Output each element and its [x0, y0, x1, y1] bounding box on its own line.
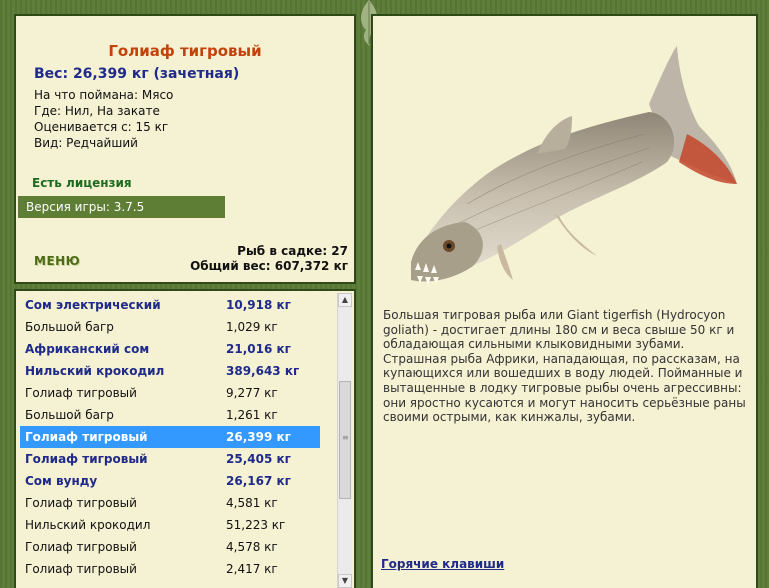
catch-list[interactable]: Сом электрический 10,918 кг Большой багр 1,… [14, 289, 356, 588]
list-item[interactable]: Голиаф тигровый 9,277 кг [20, 382, 320, 404]
list-item-name: Нильский крокодил [25, 518, 151, 532]
list-item-weight: 1,261 кг [226, 408, 278, 422]
fish-description: Большая тигровая рыба или Giant tigerfis… [383, 308, 746, 425]
list-item[interactable]: Сом вунду 26,167 кг [20, 470, 320, 492]
list-item-weight: 389,643 кг [226, 364, 300, 378]
list-item-weight: 1,029 кг [226, 320, 278, 334]
hotkeys-link[interactable]: Горячие клавиши [381, 557, 504, 571]
list-item-weight: 26,167 кг [226, 474, 291, 488]
list-item-name: Большой багр [25, 320, 114, 334]
list-item[interactable]: Нильский крокодил 51,223 кг [20, 514, 320, 536]
list-item[interactable]: Голиаф тигровый 26,399 кг [20, 426, 320, 448]
list-item[interactable]: Голиаф тигровый 4,581 кг [20, 492, 320, 514]
list-item-name: Сом электрический [25, 298, 161, 312]
list-item-name: Нильский крокодил [25, 364, 165, 378]
list-item-weight: 4,578 кг [226, 540, 278, 554]
list-item-weight: 25,405 кг [226, 452, 291, 466]
menu-button[interactable]: МЕНЮ [34, 254, 80, 268]
scrollbar[interactable]: ▲ ≡ ▼ [337, 293, 352, 588]
fish-info-panel: Голиаф тигровый Вес: 26,399 кг (зачетная… [14, 14, 356, 284]
fish-title: Голиаф тигровый [108, 42, 262, 60]
list-item-name: Африканский сом [25, 342, 150, 356]
description-panel: Большая тигровая рыба или Giant tigerfis… [371, 14, 758, 588]
fish-weight: Вес: 26,399 кг (зачетная) [34, 66, 240, 82]
list-item[interactable]: Африканский сом 21,016 кг [20, 338, 320, 360]
grip-icon: ≡ [342, 433, 349, 442]
scrollbar-thumb[interactable]: ≡ [339, 381, 351, 499]
list-item[interactable]: Большой багр 1,261 кг [20, 404, 320, 426]
list-item-name: Голиаф тигровый [25, 540, 137, 554]
fish-value: Оценивается с: 15 кг [34, 120, 169, 134]
total-weight: Общий вес: 607,372 кг [190, 259, 348, 273]
list-item-name: Большой багр [25, 408, 114, 422]
list-item-weight: 21,016 кг [226, 342, 291, 356]
fish-kind: Вид: Редчайший [34, 136, 138, 150]
list-item-name: Голиаф тигровый [25, 562, 137, 576]
down-arrow-icon[interactable]: ▼ [338, 574, 352, 588]
list-item[interactable]: Голиаф тигровый 25,405 кг [20, 448, 320, 470]
list-item-name: Сом вунду [25, 474, 98, 488]
list-item[interactable]: Нильский крокодил 389,643 кг [20, 360, 320, 382]
cage-count: Рыб в садке: 27 [237, 244, 348, 258]
list-item-name: Голиаф тигровый [25, 386, 137, 400]
list-item-weight: 4,581 кг [226, 496, 278, 510]
game-version: Версия игры: 3.7.5 [18, 196, 225, 218]
list-item[interactable]: Голиаф тигровый 4,578 кг [20, 536, 320, 558]
list-item-name: Голиаф тигровый [25, 496, 137, 510]
tigerfish-image [411, 46, 737, 285]
list-item-weight: 10,918 кг [226, 298, 291, 312]
fish-place: Где: Нил, На закате [34, 104, 160, 118]
list-item-weight: 2,417 кг [226, 562, 278, 576]
license-status: Есть лицензия [32, 176, 132, 190]
list-item-name: Голиаф тигровый [25, 452, 148, 466]
list-item-weight: 51,223 кг [226, 518, 286, 532]
list-item-name: Голиаф тигровый [25, 430, 148, 444]
list-item[interactable]: Сом электрический 10,918 кг [20, 294, 320, 316]
up-arrow-icon[interactable]: ▲ [338, 293, 352, 307]
list-item[interactable]: Голиаф тигровый 2,417 кг [20, 558, 320, 580]
list-item[interactable]: Большой багр 1,029 кг [20, 316, 320, 338]
fish-bait: На что поймана: Мясо [34, 88, 174, 102]
list-item-weight: 26,399 кг [226, 430, 291, 444]
list-item-weight: 9,277 кг [226, 386, 278, 400]
